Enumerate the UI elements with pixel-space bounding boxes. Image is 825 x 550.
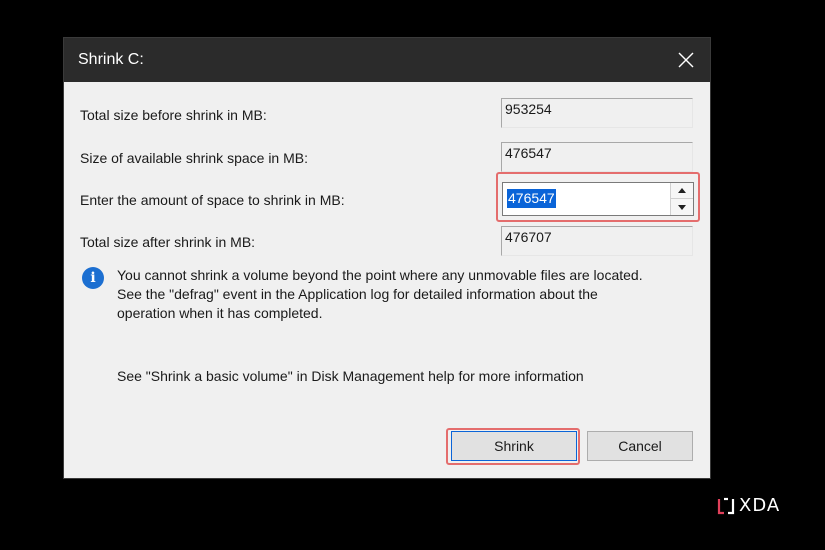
total-before-label: Total size before shrink in MB: [80, 107, 267, 123]
close-icon [678, 52, 694, 68]
spin-up-button[interactable] [671, 183, 693, 199]
shrink-amount-input[interactable]: 476547 [505, 185, 665, 213]
shrink-dialog: Shrink C: Total size before shrink in MB… [64, 38, 710, 478]
spin-buttons [670, 183, 693, 215]
xda-logo-icon [717, 497, 735, 515]
info-line-1: You cannot shrink a volume beyond the po… [117, 267, 643, 283]
dialog-title: Shrink C: [78, 51, 144, 68]
info-line-2: See the "defrag" event in the Applicatio… [117, 286, 598, 302]
dialog-title-bar: Shrink C: [64, 38, 710, 82]
total-after-field: 476707 [501, 226, 693, 256]
watermark-text: XDA [739, 495, 781, 516]
info-line-3: operation when it has completed. [117, 305, 323, 321]
info-message: You cannot shrink a volume beyond the po… [117, 266, 697, 323]
total-after-label: Total size after shrink in MB: [80, 234, 256, 250]
shrink-amount-value: 476547 [507, 189, 556, 208]
caret-down-icon [678, 204, 686, 210]
close-button[interactable] [662, 38, 710, 82]
xda-watermark: XDA [717, 495, 780, 517]
shrink-button[interactable]: Shrink [451, 431, 577, 461]
shrink-amount-label: Enter the amount of space to shrink in M… [80, 192, 345, 208]
available-space-field: 476547 [501, 142, 693, 172]
caret-up-icon [678, 188, 686, 193]
total-after-value: 476707 [505, 229, 552, 245]
info-icon: i [82, 267, 104, 289]
help-text: See "Shrink a basic volume" in Disk Mana… [117, 368, 584, 384]
spin-down-button[interactable] [671, 199, 693, 215]
available-space-value: 476547 [505, 145, 552, 161]
total-before-field: 953254 [501, 98, 693, 128]
available-space-label: Size of available shrink space in MB: [80, 150, 308, 166]
cancel-button[interactable]: Cancel [587, 431, 693, 461]
shrink-amount-spinbox[interactable]: 476547 [502, 182, 694, 216]
total-before-value: 953254 [505, 101, 552, 117]
